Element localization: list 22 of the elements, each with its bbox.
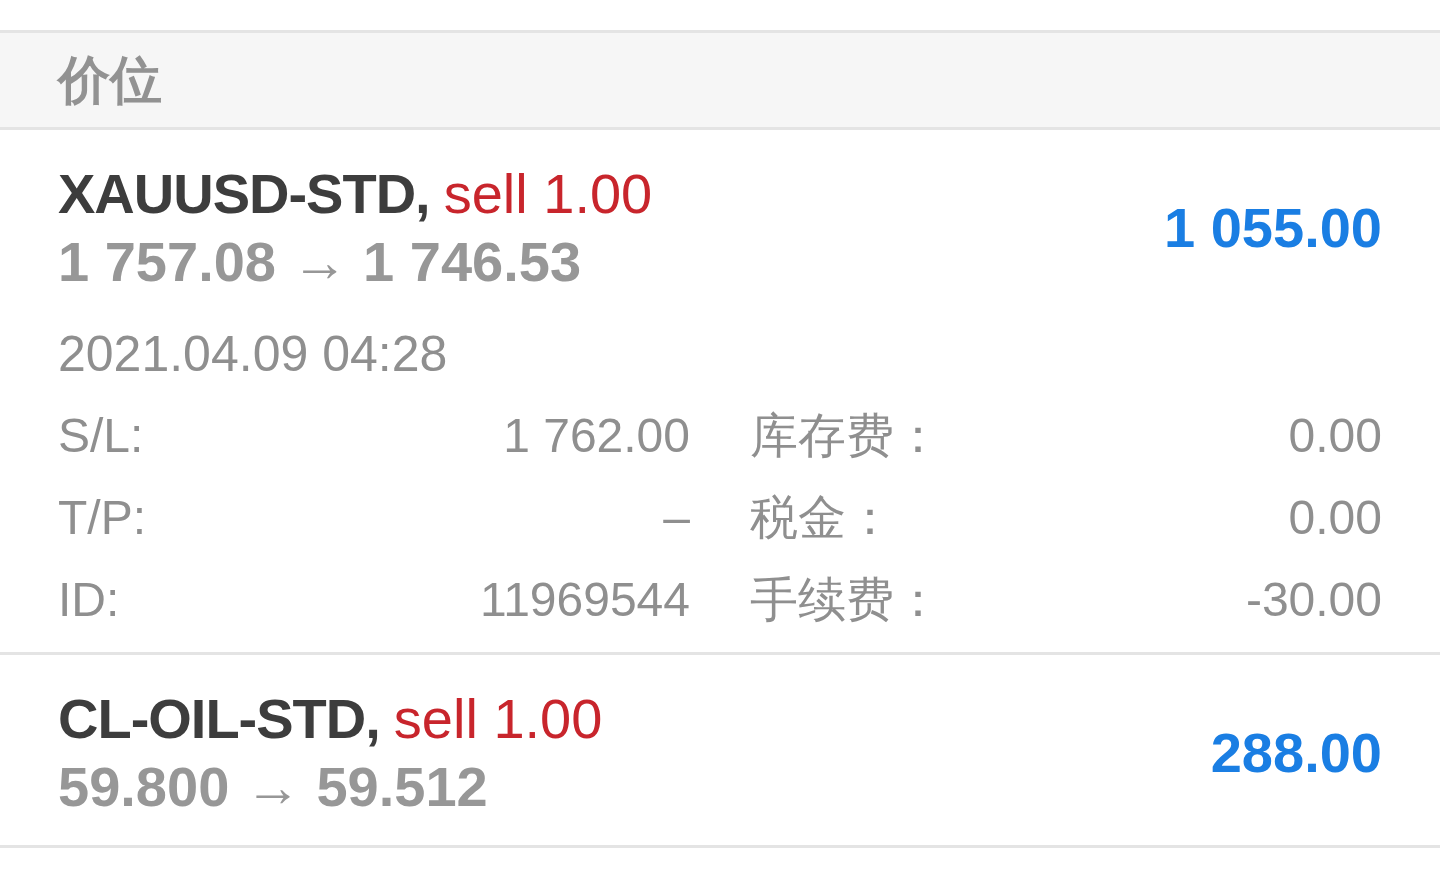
- price-change: 1 757.08 → 1 746.53: [58, 234, 582, 290]
- detail-label: 手续费：: [750, 576, 942, 624]
- detail-value: –: [663, 494, 690, 542]
- detail-label: T/P:: [58, 494, 146, 542]
- section-title: 价位: [58, 54, 162, 106]
- trade-profit: 1 055.00: [1164, 200, 1382, 256]
- trade-symbol: CL-OIL-STD,: [58, 691, 380, 747]
- detail-label: 税金：: [750, 494, 894, 542]
- detail-label: S/L:: [58, 412, 144, 460]
- detail-label: 库存费：: [750, 412, 942, 460]
- detail-value: 1 762.00: [503, 412, 690, 460]
- detail-label: ID:: [58, 576, 120, 624]
- trade-time: 2021.04.09 04:28: [58, 329, 448, 379]
- price-change: 59.800 → 59.512: [58, 759, 488, 815]
- detail-value: 0.00: [1288, 494, 1382, 542]
- trade-side: sell 1.00: [443, 166, 653, 222]
- detail-value: 0.00: [1288, 412, 1382, 460]
- trade-side: sell 1.00: [393, 691, 603, 747]
- detail-value: -30.00: [1245, 576, 1382, 624]
- trade-profit: 288.00: [1210, 725, 1382, 781]
- detail-value: 11969544: [480, 576, 690, 624]
- trade-symbol: XAUUSD-STD,: [58, 166, 430, 222]
